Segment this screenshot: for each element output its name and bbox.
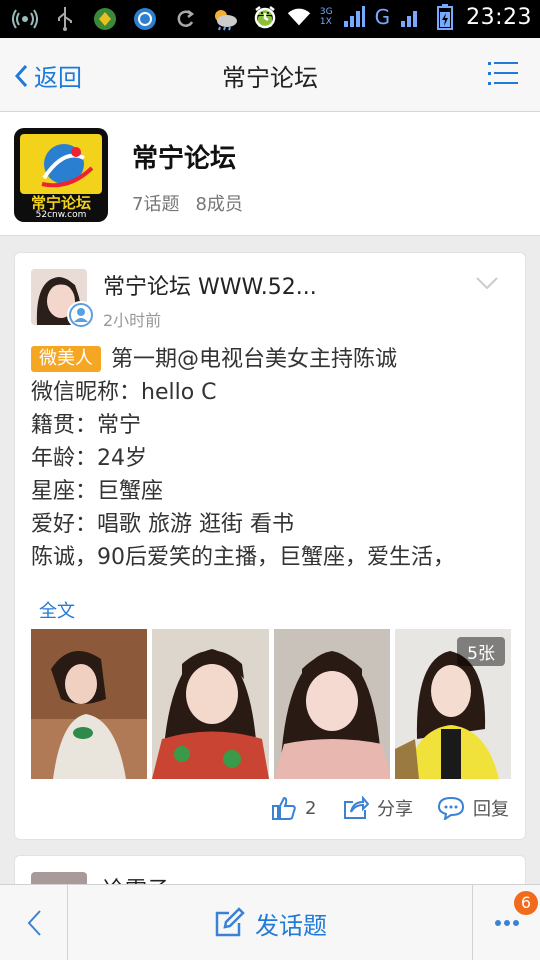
alarm-icon xyxy=(252,4,278,30)
member-count[interactable]: 8成员 xyxy=(195,190,242,216)
notification-badge: 6 xyxy=(514,891,538,915)
logo-url: 52cnw.com xyxy=(35,210,87,220)
forum-name: 常宁论坛 xyxy=(132,144,237,174)
app-green-icon xyxy=(92,6,118,32)
post-line: 年龄：24岁 xyxy=(31,446,147,471)
battery-charging-icon xyxy=(432,4,458,30)
post-line: 爱好：唱歌 旅游 逛街 看书 xyxy=(31,512,294,537)
post-line: 微信昵称：hello C xyxy=(31,380,217,405)
full-text-link[interactable]: 全文 xyxy=(39,597,75,623)
post-author[interactable]: 常宁论坛 WWW.52... xyxy=(103,269,317,301)
post-line: 陈诚，90后爱笑的主播，巨蟹座，爱生活， xyxy=(31,545,455,570)
category-tag[interactable]: 微美人 xyxy=(31,346,101,372)
photo-strip: 5张 xyxy=(31,629,511,779)
user-badge-icon xyxy=(67,301,95,329)
chevron-down-icon[interactable] xyxy=(475,275,499,294)
new-topic-button[interactable]: 发话题 xyxy=(68,885,472,960)
network-type-label: 3G 1X xyxy=(319,7,333,27)
more-button[interactable]: 6 xyxy=(472,885,540,960)
like-count: 2 xyxy=(305,797,317,819)
photo-count-badge: 5张 xyxy=(457,637,505,666)
post-body[interactable]: 微美人 第一期@电视台美女主持陈诚 微信昵称：hello C 籍贯：常宁 年龄：2… xyxy=(31,343,511,574)
like-button[interactable]: 2 xyxy=(271,795,316,821)
post-time: 2小时前 xyxy=(103,311,162,330)
share-label: 分享 xyxy=(377,799,413,820)
post-title-line: 微美人 第一期@电视台美女主持陈诚 xyxy=(31,343,511,376)
post-title: 第一期@电视台美女主持陈诚 xyxy=(111,347,398,372)
more-dots-icon xyxy=(494,920,519,926)
post-line: 星座：巨蟹座 xyxy=(31,479,164,504)
post-actions: 2 分享 回复 xyxy=(15,795,527,831)
comment-icon xyxy=(437,796,465,820)
forum-logo: 常宁论坛 52cnw.com xyxy=(14,128,108,222)
photo-thumbnail[interactable] xyxy=(273,629,390,779)
back-button[interactable] xyxy=(0,885,68,960)
forum-stats: 7话题 8成员 xyxy=(132,190,243,216)
title-bar: 返回 常宁论坛 xyxy=(0,38,540,112)
sim-label: G xyxy=(374,5,391,29)
weather-icon xyxy=(212,6,238,32)
usb-icon xyxy=(52,6,78,32)
wifi-icon xyxy=(286,4,312,30)
list-menu-icon[interactable] xyxy=(488,60,518,88)
post-card[interactable]: 常宁论坛 WWW.52... 2小时前 微美人 第一期@电视台美女主持陈诚 微信昵… xyxy=(14,252,526,840)
compose-icon xyxy=(215,907,245,937)
photo-thumbnail[interactable]: 5张 xyxy=(394,629,511,779)
clock: 23:23 xyxy=(466,4,532,30)
share-button[interactable]: 分享 xyxy=(343,795,413,821)
reply-button[interactable]: 回复 xyxy=(437,795,509,821)
share-icon xyxy=(344,796,369,819)
cell-signal-2-icon xyxy=(398,4,424,30)
chevron-left-icon xyxy=(27,910,41,936)
status-bar: 3G 1X G 23:23 xyxy=(0,0,540,38)
page-title: 常宁论坛 xyxy=(222,64,318,92)
browser-icon xyxy=(132,6,158,32)
photo-thumbnail[interactable] xyxy=(31,629,148,779)
sync-icon xyxy=(172,6,198,32)
topic-count: 7话题 xyxy=(132,194,180,215)
bottom-bar: 发话题 6 xyxy=(0,884,540,960)
thumbs-up-icon xyxy=(272,796,296,820)
new-topic-label: 发话题 xyxy=(255,911,327,940)
photo-thumbnail[interactable] xyxy=(152,629,269,779)
post-line: 籍贯：常宁 xyxy=(31,413,142,438)
signal-broadcast-icon xyxy=(12,6,38,32)
reply-label: 回复 xyxy=(473,799,509,820)
cell-signal-icon xyxy=(341,4,367,30)
forum-header[interactable]: 常宁论坛 52cnw.com 常宁论坛 7话题 8成员 xyxy=(0,112,540,236)
